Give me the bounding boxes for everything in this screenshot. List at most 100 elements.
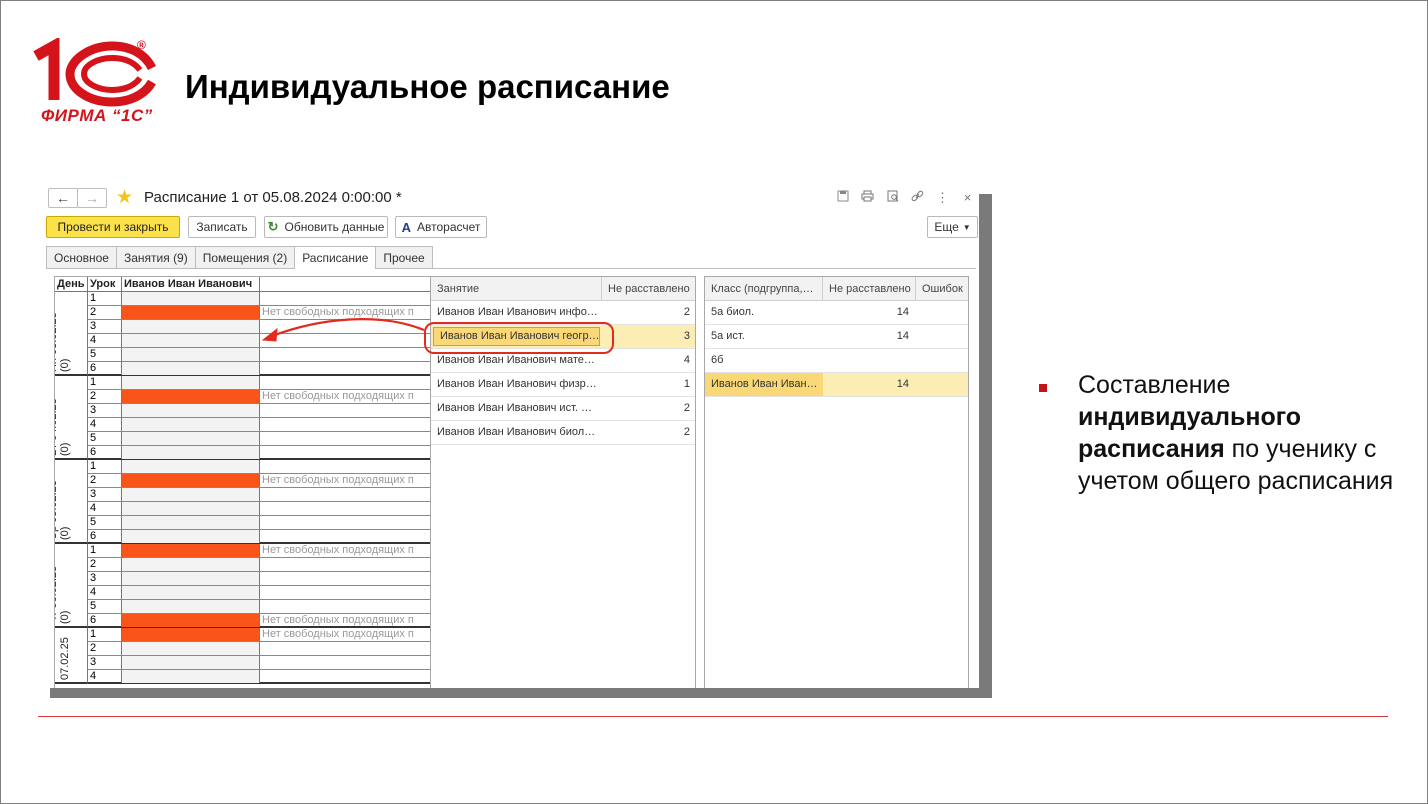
lesson-row[interactable]: 2 Нет свободных подходящих п (88, 306, 458, 320)
busy-slot[interactable] (122, 474, 260, 487)
tab-rooms[interactable]: Помещения (2) (194, 246, 296, 268)
lesson-row[interactable]: 3 (88, 572, 458, 586)
lesson-row[interactable]: 3 (88, 488, 458, 502)
lesson-row[interactable]: 2 (88, 558, 458, 572)
class-name-cell[interactable]: 6б (705, 349, 823, 372)
free-slot[interactable] (122, 292, 260, 305)
lesson-row[interactable]: 1 (88, 460, 458, 474)
schedule-grid[interactable]: День Урок Иванов Иван Иванович Пн 03.02.… (54, 276, 462, 688)
lesson-name-cell[interactable]: Иванов Иван Иванович ист. … (431, 397, 602, 420)
free-slot[interactable] (122, 670, 260, 683)
post-and-close-button[interactable]: Провести и закрыть (46, 216, 180, 238)
lessons-header-name[interactable]: Занятие (431, 277, 602, 301)
lesson-row[interactable]: 5 (88, 348, 458, 362)
free-slot[interactable] (122, 320, 260, 333)
class-table-row[interactable]: 5а ист. 14 (705, 325, 968, 349)
save-button[interactable]: Записать (188, 216, 256, 238)
lesson-row[interactable]: 4 (88, 418, 458, 432)
lesson-row[interactable]: 5 (88, 516, 458, 530)
tab-schedule[interactable]: Расписание (294, 246, 377, 269)
lesson-name-cell[interactable]: Иванов Иван Иванович геогр… (433, 327, 600, 346)
lesson-row[interactable]: 4 (88, 334, 458, 348)
lesson-name-cell[interactable]: Иванов Иван Иванович мате… (431, 349, 602, 372)
lesson-row[interactable]: 1 (88, 292, 458, 306)
lesson-row[interactable]: 6 Нет свободных подходящих п (88, 614, 458, 628)
favorite-star-icon[interactable]: ★ (116, 187, 133, 209)
lesson-row[interactable]: 4 (88, 502, 458, 516)
refresh-data-button[interactable]: ↻ Обновить данные (264, 216, 388, 238)
classes-header-name[interactable]: Класс (подгруппа,… (705, 277, 823, 301)
free-slot[interactable] (122, 446, 260, 459)
free-slot[interactable] (122, 460, 260, 473)
lesson-row[interactable]: 3 (88, 320, 458, 334)
lesson-row[interactable]: 4 (88, 586, 458, 600)
free-slot[interactable] (122, 530, 260, 543)
classes-header-errors[interactable]: Ошибок (916, 277, 968, 301)
free-slot[interactable] (122, 502, 260, 515)
lesson-row[interactable]: 6 (88, 530, 458, 544)
free-slot[interactable] (122, 404, 260, 417)
lessons-header-count[interactable]: Не расставлено (602, 277, 695, 301)
class-table-row[interactable]: 5а биол. 14 (705, 301, 968, 325)
free-slot[interactable] (122, 488, 260, 501)
free-slot[interactable] (122, 558, 260, 571)
busy-slot[interactable] (122, 628, 260, 641)
print-icon[interactable] (860, 190, 875, 206)
busy-slot[interactable] (122, 306, 260, 319)
autocalc-button[interactable]: A Авторасчет (395, 216, 487, 238)
lesson-name-cell[interactable]: Иванов Иван Иванович инфо… (431, 301, 602, 324)
free-slot[interactable] (122, 432, 260, 445)
free-slot[interactable] (122, 376, 260, 389)
classes-header-count[interactable]: Не расставлено (823, 277, 916, 301)
classes-table[interactable]: Класс (подгруппа,… Не расставлено Ошибок… (704, 276, 969, 688)
lesson-row[interactable]: 6 (88, 446, 458, 460)
lesson-table-row[interactable]: Иванов Иван Иванович ист. … 2 (431, 397, 695, 421)
tab-lessons[interactable]: Занятия (9) (115, 246, 196, 268)
lesson-row[interactable]: 4 (88, 670, 458, 684)
busy-slot[interactable] (122, 390, 260, 403)
lesson-row[interactable]: 1 (88, 376, 458, 390)
save-icon[interactable] (835, 190, 850, 206)
lesson-row[interactable]: 6 (88, 362, 458, 376)
class-table-row[interactable]: 6б (705, 349, 968, 373)
lesson-name-cell[interactable]: Иванов Иван Иванович биол… (431, 421, 602, 444)
free-slot[interactable] (122, 600, 260, 613)
class-name-cell[interactable]: 5а ист. (705, 325, 823, 348)
lesson-row[interactable]: 3 (88, 404, 458, 418)
free-slot[interactable] (122, 656, 260, 669)
free-slot[interactable] (122, 348, 260, 361)
free-slot[interactable] (122, 418, 260, 431)
tab-other[interactable]: Прочее (375, 246, 433, 268)
more-vertical-icon[interactable]: ⋮ (935, 190, 950, 206)
forward-button[interactable]: → (77, 188, 107, 208)
busy-slot[interactable] (122, 544, 260, 557)
class-name-cell[interactable]: Иванов Иван Иван… (705, 373, 823, 396)
lesson-row[interactable]: 5 (88, 432, 458, 446)
class-name-cell[interactable]: 5а биол. (705, 301, 823, 324)
lesson-row[interactable]: 2 (88, 642, 458, 656)
busy-slot[interactable] (122, 614, 260, 627)
preview-icon[interactable] (885, 190, 900, 206)
class-table-row[interactable]: Иванов Иван Иван… 14 (705, 373, 968, 397)
free-slot[interactable] (122, 362, 260, 375)
lessons-table[interactable]: Занятие Не расставлено Иванов Иван Ивано… (430, 276, 696, 688)
lesson-name-cell[interactable]: Иванов Иван Иванович физр… (431, 373, 602, 396)
free-slot[interactable] (122, 516, 260, 529)
free-slot[interactable] (122, 572, 260, 585)
lesson-table-row[interactable]: Иванов Иван Иванович биол… 2 (431, 421, 695, 445)
lesson-row[interactable]: 3 (88, 656, 458, 670)
back-button[interactable]: ← (48, 188, 78, 208)
tab-main[interactable]: Основное (46, 246, 117, 268)
lesson-table-row[interactable]: Иванов Иван Иванович мате… 4 (431, 349, 695, 373)
lesson-row[interactable]: 2 Нет свободных подходящих п (88, 390, 458, 404)
free-slot[interactable] (122, 334, 260, 347)
free-slot[interactable] (122, 586, 260, 599)
close-icon[interactable]: × (960, 190, 975, 206)
lesson-table-row[interactable]: Иванов Иван Иванович инфо… 2 (431, 301, 695, 325)
free-slot[interactable] (122, 642, 260, 655)
lesson-table-row[interactable]: Иванов Иван Иванович физр… 1 (431, 373, 695, 397)
lesson-table-row[interactable]: Иванов Иван Иванович геогр… 3 (431, 325, 695, 349)
lesson-row[interactable]: 1 Нет свободных подходящих п (88, 544, 458, 558)
lesson-row[interactable]: 1 Нет свободных подходящих п (88, 628, 458, 642)
lesson-row[interactable]: 5 (88, 600, 458, 614)
